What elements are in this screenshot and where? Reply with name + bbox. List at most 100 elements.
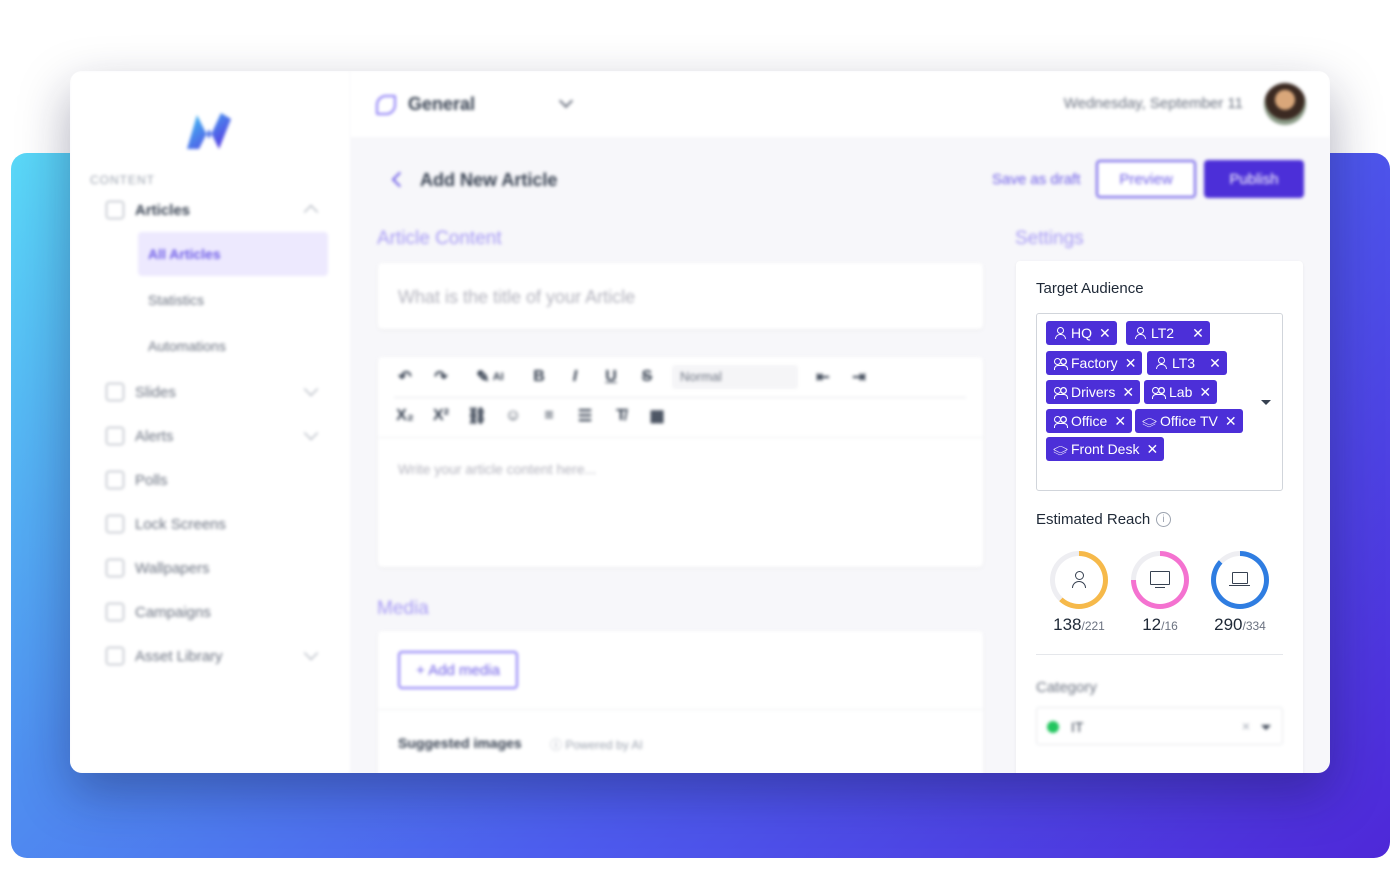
publish-button[interactable]: Publish bbox=[1204, 160, 1304, 198]
powered-by-ai-label: ⓘ Powered by AI bbox=[550, 738, 643, 752]
bold-icon[interactable]: B bbox=[528, 366, 550, 388]
save-draft-button[interactable]: Save as draft bbox=[992, 171, 1080, 188]
reach-devices-value: 290 bbox=[1214, 615, 1243, 634]
sidebar-subitem-automations[interactable]: Automations bbox=[138, 324, 328, 368]
sidebar-item-wallpapers[interactable]: Wallpapers bbox=[106, 556, 316, 580]
page-title: Add New Article bbox=[420, 170, 558, 190]
close-icon[interactable]: ✕ bbox=[1099, 326, 1111, 340]
user-icon bbox=[1054, 327, 1066, 339]
chevron-down-icon bbox=[303, 381, 319, 397]
sidebar-item-label: Wallpapers bbox=[135, 559, 210, 577]
sidebar-item-slides[interactable]: Slides bbox=[106, 380, 319, 404]
caret-down-icon[interactable] bbox=[1261, 400, 1271, 405]
ordered-list-icon[interactable]: ≡ bbox=[538, 405, 560, 427]
chevron-up-icon bbox=[303, 204, 319, 220]
sidebar-item-label: Articles bbox=[135, 201, 191, 219]
group-icon bbox=[1054, 415, 1068, 428]
monitor-icon bbox=[1150, 571, 1170, 589]
category-select[interactable]: IT × bbox=[1036, 707, 1283, 745]
strikethrough-icon[interactable]: S bbox=[636, 366, 658, 388]
add-media-button[interactable]: + Add media bbox=[398, 651, 518, 689]
audience-chip-office[interactable]: Office ✕ bbox=[1046, 409, 1133, 433]
toolbar-row-2: X₂ X² ⛓ ☺ ≡ ☰ T̸ ▦ bbox=[394, 405, 668, 427]
close-icon[interactable]: ✕ bbox=[1225, 414, 1237, 428]
toolbar-row-1: ↶ ↷ ✎ AI B I U S Normal ⇤ ⇥ bbox=[394, 365, 870, 389]
category-label: Category bbox=[1036, 679, 1097, 696]
ai-magic-icon[interactable]: ✎ AI bbox=[466, 366, 514, 388]
sidebar-item-alerts[interactable]: Alerts bbox=[106, 424, 319, 448]
bullet-list-icon[interactable]: ☰ bbox=[574, 405, 596, 427]
reach-devices-total: /334 bbox=[1242, 619, 1266, 633]
image-icon bbox=[106, 559, 124, 577]
superscript-icon[interactable]: X² bbox=[430, 405, 452, 427]
audience-chip-lt3[interactable]: LT3 ✕ bbox=[1147, 351, 1227, 375]
target-audience-select[interactable]: HQ ✕ LT2 ✕ Factory ✕ LT3 ✕ Drivers ✕ Lab ✕ Off… bbox=[1036, 313, 1283, 491]
laptop-icon bbox=[1229, 572, 1251, 588]
close-icon[interactable]: ✕ bbox=[1209, 356, 1221, 370]
workspace-icon bbox=[376, 95, 396, 115]
layers-icon bbox=[1143, 415, 1155, 427]
audience-chip-front-desk[interactable]: Front Desk ✕ bbox=[1046, 437, 1165, 461]
sidebar-item-label: Polls bbox=[135, 471, 168, 489]
audience-chip-factory[interactable]: Factory ✕ bbox=[1046, 351, 1143, 375]
clear-format-icon[interactable]: T̸ bbox=[610, 405, 632, 427]
reach-screens-total: /16 bbox=[1161, 619, 1178, 633]
subscript-icon[interactable]: X₂ bbox=[394, 405, 416, 427]
italic-icon[interactable]: I bbox=[564, 366, 586, 388]
settings-card: Target Audience HQ ✕ LT2 ✕ Factory ✕ LT3 ✕ D… bbox=[1016, 261, 1303, 773]
sidebar-item-articles[interactable]: Articles bbox=[106, 198, 319, 222]
campaign-icon bbox=[106, 603, 124, 621]
back-arrow-icon[interactable] bbox=[391, 171, 408, 188]
category-value: IT bbox=[1071, 719, 1084, 735]
reach-devices: 290/334 bbox=[1210, 551, 1270, 635]
redo-icon[interactable]: ↷ bbox=[430, 366, 452, 388]
close-icon[interactable]: ✕ bbox=[1122, 385, 1134, 399]
close-icon[interactable]: ✕ bbox=[1192, 326, 1204, 340]
audience-chip-office-tv[interactable]: Office TV ✕ bbox=[1135, 409, 1243, 433]
emoji-icon[interactable]: ☺ bbox=[502, 405, 524, 427]
reach-users: 138/221 bbox=[1049, 551, 1109, 635]
sidebar-subitem-statistics[interactable]: Statistics bbox=[138, 278, 328, 322]
table-icon[interactable]: ▦ bbox=[646, 405, 668, 427]
settings-divider bbox=[1036, 654, 1283, 655]
sidebar-item-polls[interactable]: Polls bbox=[106, 468, 316, 492]
close-icon[interactable]: ✕ bbox=[1114, 414, 1126, 428]
link-icon[interactable]: ⛓ bbox=[466, 405, 488, 427]
preview-button[interactable]: Preview bbox=[1096, 160, 1196, 198]
close-icon[interactable]: ✕ bbox=[1146, 442, 1158, 456]
outdent-icon[interactable]: ⇤ bbox=[812, 366, 834, 388]
sidebar-item-label: Asset Library bbox=[135, 647, 223, 665]
sidebar-item-label: Slides bbox=[135, 383, 176, 401]
audience-chip-lt2[interactable]: LT2 ✕ bbox=[1126, 321, 1210, 345]
sidebar-item-lock-screens[interactable]: Lock Screens bbox=[106, 512, 316, 536]
sidebar-subitem-all-articles[interactable]: All Articles bbox=[138, 232, 328, 276]
audience-chip-drivers[interactable]: Drivers ✕ bbox=[1046, 380, 1141, 404]
close-icon[interactable]: ✕ bbox=[1125, 356, 1137, 370]
clear-icon[interactable]: × bbox=[1242, 718, 1250, 734]
workspace-name[interactable]: General bbox=[408, 94, 475, 115]
audience-chip-hq[interactable]: HQ ✕ bbox=[1046, 321, 1117, 345]
lock-icon bbox=[106, 515, 124, 533]
sidebar-item-asset-library[interactable]: Asset Library bbox=[106, 644, 319, 668]
article-title-input[interactable]: What is the title of your Article bbox=[378, 263, 983, 329]
app-window: CONTENT Articles All Articles Statistics… bbox=[70, 71, 1330, 773]
monitor-icon bbox=[106, 383, 124, 401]
sidebar-item-label: Alerts bbox=[135, 427, 174, 445]
format-select[interactable]: Normal bbox=[672, 365, 798, 389]
sidebar-item-campaigns[interactable]: Campaigns bbox=[106, 600, 316, 624]
indent-icon[interactable]: ⇥ bbox=[848, 366, 870, 388]
sidebar-item-label: Lock Screens bbox=[135, 515, 226, 533]
audience-chip-lab[interactable]: Lab ✕ bbox=[1144, 380, 1218, 404]
chevron-down-icon[interactable] bbox=[558, 93, 574, 109]
top-bar: General Wednesday, September 11 bbox=[350, 71, 1330, 137]
chevron-down-icon bbox=[303, 645, 319, 661]
info-icon[interactable]: i bbox=[1156, 512, 1171, 527]
rich-text-editor[interactable]: ↶ ↷ ✎ AI B I U S Normal ⇤ ⇥ X₂ X² ⛓ ☺ ≡ ☰… bbox=[378, 357, 983, 567]
undo-icon[interactable]: ↶ bbox=[394, 366, 416, 388]
underline-icon[interactable]: U bbox=[600, 366, 622, 388]
caret-down-icon[interactable] bbox=[1261, 725, 1271, 730]
avatar[interactable] bbox=[1264, 83, 1306, 125]
chart-icon bbox=[106, 471, 124, 489]
close-icon[interactable]: ✕ bbox=[1199, 385, 1211, 399]
reach-screens: 12/16 bbox=[1130, 551, 1190, 635]
